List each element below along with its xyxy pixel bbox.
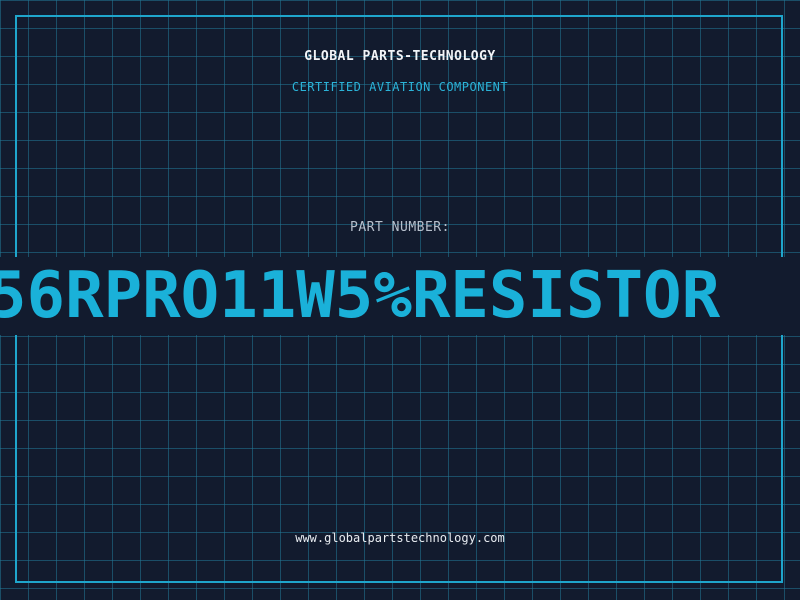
- brand-title: GLOBAL PARTS-TECHNOLOGY: [304, 49, 496, 64]
- part-number-band: 56RPRO11W5%RESISTOR: [0, 257, 800, 335]
- brand-subtitle: CERTIFIED AVIATION COMPONENT: [291, 80, 509, 94]
- part-number-label: PART NUMBER:: [350, 220, 450, 235]
- part-number-value: 56RPRO11W5%RESISTOR: [0, 259, 721, 333]
- website-url: www.globalpartstechnology.com: [295, 531, 505, 545]
